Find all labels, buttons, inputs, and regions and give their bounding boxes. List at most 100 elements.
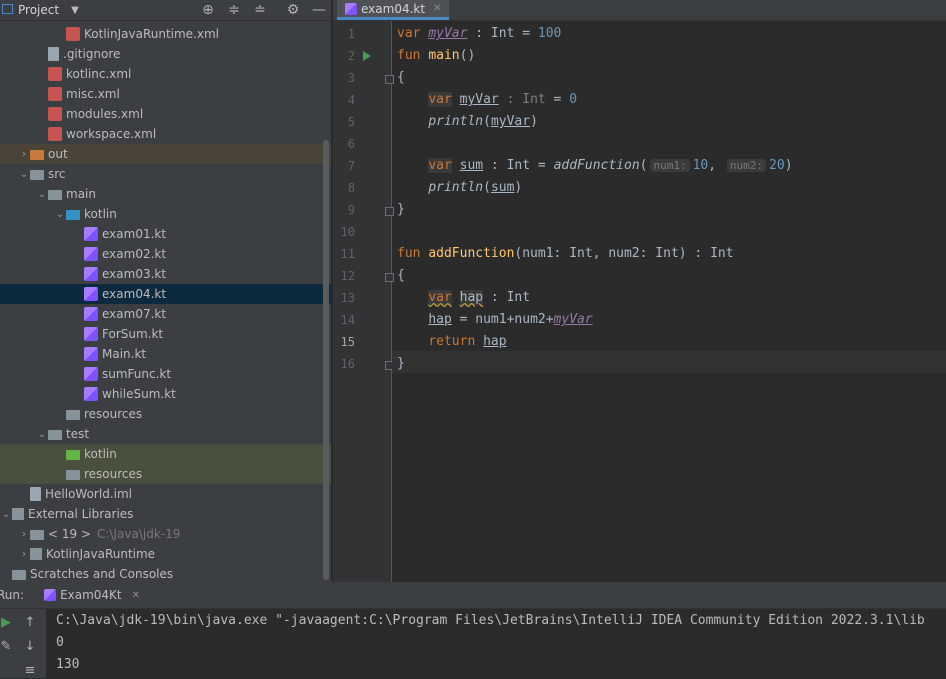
line-number: 14 xyxy=(340,313,355,327)
tree-item-label: kotlinc.xml xyxy=(66,67,132,81)
minimize-icon[interactable]: — xyxy=(311,2,327,18)
run-icon[interactable]: ▶ xyxy=(0,615,14,631)
code-line: hap = num1+num2+myVar xyxy=(428,312,593,327)
expand-all-icon[interactable]: ≑ xyxy=(226,2,242,18)
tree-item[interactable]: ⌄ External Libraries xyxy=(0,504,331,524)
tree-item[interactable]: resources xyxy=(0,464,331,484)
tree-item-label: resources xyxy=(84,467,143,481)
tree-item[interactable]: Scratches and Consoles xyxy=(0,564,331,582)
tree-item[interactable]: whileSum.kt xyxy=(0,384,331,404)
kt-icon xyxy=(84,387,98,401)
tree-item[interactable]: ⌄ test xyxy=(0,424,331,444)
console-line: C:\Java\jdk-19\bin\java.exe "-javaagent:… xyxy=(56,613,925,628)
tree-item[interactable]: exam03.kt xyxy=(0,264,331,284)
tree-item[interactable]: ⌄ kotlin xyxy=(0,204,331,224)
dropdown-icon[interactable]: ▼ xyxy=(71,5,79,16)
folder-icon xyxy=(66,450,80,460)
tree-item-label: test xyxy=(66,427,90,441)
kt-icon xyxy=(84,247,98,261)
file-icon xyxy=(48,47,59,61)
code-line: var myVar : Int = 0 xyxy=(428,92,578,107)
folder-icon xyxy=(30,150,44,160)
run-gutter-icon[interactable] xyxy=(363,51,371,61)
chevron-right-icon[interactable]: › xyxy=(18,149,30,160)
lib-icon xyxy=(12,508,24,520)
line-number: 4 xyxy=(347,93,355,107)
project-panel-title[interactable]: Project xyxy=(18,3,59,17)
tree-item[interactable]: ForSum.kt xyxy=(0,324,331,344)
tree-item[interactable]: sumFunc.kt xyxy=(0,364,331,384)
editor-tab[interactable]: exam04.kt ✕ xyxy=(337,0,450,20)
wrench-icon[interactable]: ✎ xyxy=(0,639,14,655)
tree-item[interactable]: workspace.xml xyxy=(0,124,331,144)
line-number: 8 xyxy=(347,181,355,195)
tree-item-label: main xyxy=(66,187,96,201)
tree-item[interactable]: ⌄ main xyxy=(0,184,331,204)
tree-item[interactable]: resources xyxy=(0,404,331,424)
run-tab[interactable]: Exam04Kt ✕ xyxy=(44,582,140,608)
editor-gutter[interactable]: 1 2 3 4 5 6 7 8 9 10 11 12 13 14 15 16 xyxy=(333,21,394,582)
console-output[interactable]: C:\Java\jdk-19\bin\java.exe "-javaagent:… xyxy=(56,610,946,676)
collapse-all-icon[interactable]: ≐ xyxy=(252,2,268,18)
folder-icon xyxy=(48,190,62,200)
tree-item-label: exam04.kt xyxy=(102,287,167,301)
code-line: println(myVar) xyxy=(428,114,538,129)
chevron-down-icon[interactable]: ⌄ xyxy=(18,169,30,180)
tree-item[interactable]: KotlinJavaRuntime.xml xyxy=(0,24,331,44)
tree-item[interactable]: exam02.kt xyxy=(0,244,331,264)
tree-item[interactable]: modules.xml xyxy=(0,104,331,124)
tree-item-label: HelloWorld.iml xyxy=(45,487,132,501)
xml-icon xyxy=(48,127,62,141)
code-area[interactable]: var myVar : Int = 100 fun main() { var m… xyxy=(392,21,946,582)
kt-icon xyxy=(84,347,98,361)
project-panel: ⌄librariesKotlinJavaRuntime.xml.gitignor… xyxy=(0,0,331,582)
kt-icon xyxy=(84,227,98,241)
tree-item[interactable]: › < 19 > C:\Java\jdk-19 xyxy=(0,524,331,544)
up-icon[interactable]: ↑ xyxy=(22,615,38,631)
tree-item-label: modules.xml xyxy=(66,107,144,121)
tree-item-label: ForSum.kt xyxy=(102,327,164,341)
chevron-down-icon[interactable]: ⌄ xyxy=(0,509,12,520)
tree-item[interactable]: exam04.kt xyxy=(0,284,331,304)
chevron-right-icon[interactable]: › xyxy=(18,549,30,560)
line-number: 10 xyxy=(340,225,355,239)
line-number: 7 xyxy=(347,159,355,173)
tree-item[interactable]: Main.kt xyxy=(0,344,331,364)
xml-icon xyxy=(48,107,62,121)
close-icon[interactable]: ✕ xyxy=(132,590,140,601)
chevron-down-icon[interactable]: ⌄ xyxy=(36,429,48,440)
project-scrollbar[interactable] xyxy=(323,140,329,580)
code-line: } xyxy=(397,356,405,371)
tree-item[interactable]: kotlin xyxy=(0,444,331,464)
locate-icon[interactable]: ⊕ xyxy=(200,2,216,18)
chevron-down-icon[interactable]: ⌄ xyxy=(54,209,66,220)
code-line: fun addFunction(num1: Int, num2: Int) : … xyxy=(397,246,734,261)
tree-item[interactable]: HelloWorld.iml xyxy=(0,484,331,504)
current-line-highlight xyxy=(392,351,946,373)
kt-icon xyxy=(84,287,98,301)
editor-tab-bar: exam04.kt ✕ xyxy=(333,0,946,21)
project-panel-header: Project ▼ ⊕ ≑ ≐ ⚙ — xyxy=(0,0,331,21)
menu-icon[interactable]: ≡ xyxy=(22,663,38,679)
tree-item[interactable]: .gitignore xyxy=(0,44,331,64)
folder-icon xyxy=(12,570,26,580)
tree-item[interactable]: exam01.kt xyxy=(0,224,331,244)
down-icon[interactable]: ↓ xyxy=(22,639,38,655)
chevron-down-icon[interactable]: ⌄ xyxy=(36,189,48,200)
run-panel-title: Run: xyxy=(0,588,25,602)
tree-item-label: kotlin xyxy=(84,207,117,221)
tree-item[interactable]: kotlinc.xml xyxy=(0,64,331,84)
xml-icon xyxy=(66,27,80,41)
tree-item[interactable]: misc.xml xyxy=(0,84,331,104)
folder-icon xyxy=(48,430,62,440)
tree-item[interactable]: exam07.kt xyxy=(0,304,331,324)
close-icon[interactable]: ✕ xyxy=(433,3,441,14)
line-number: 11 xyxy=(340,247,355,261)
tree-item[interactable]: ⌄ src xyxy=(0,164,331,184)
iml-icon xyxy=(30,487,41,501)
gear-icon[interactable]: ⚙ xyxy=(285,2,301,18)
tree-item[interactable]: › KotlinJavaRuntime xyxy=(0,544,331,564)
folder-icon xyxy=(66,470,80,480)
chevron-right-icon[interactable]: › xyxy=(18,529,30,540)
tree-item[interactable]: › out xyxy=(0,144,331,164)
